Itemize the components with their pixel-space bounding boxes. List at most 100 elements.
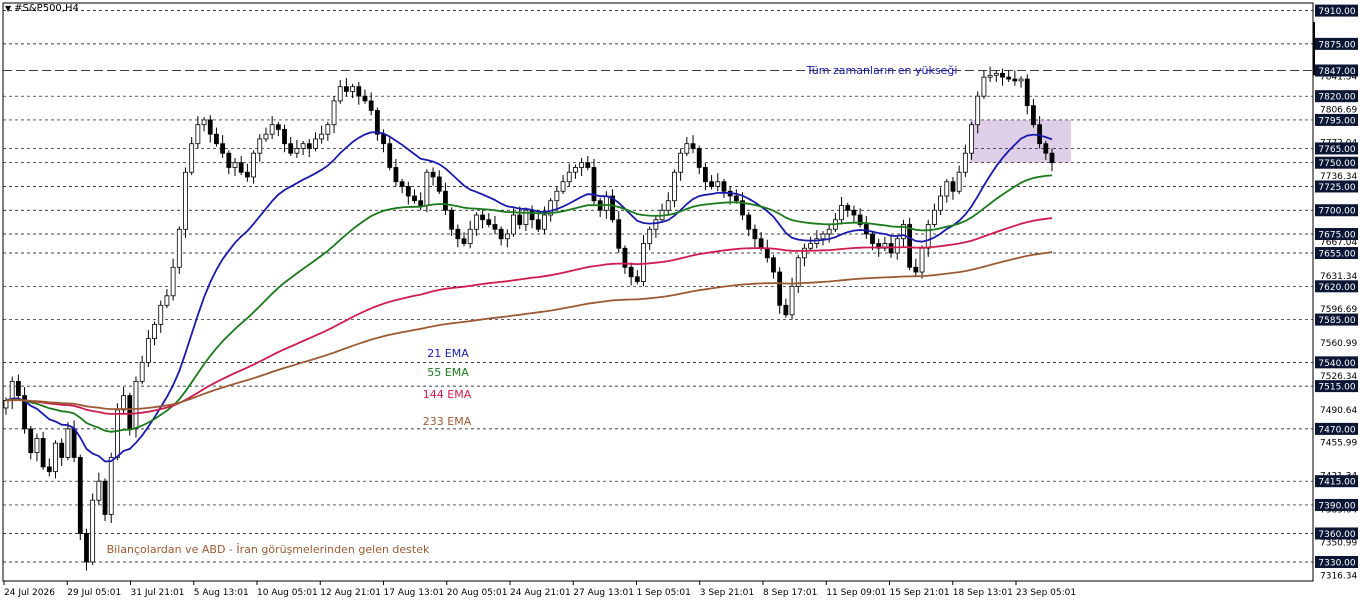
candle-body (59, 442, 65, 458)
legend-label: 21 EMA (427, 347, 469, 360)
candle-body (34, 438, 40, 454)
candle-body (430, 171, 436, 178)
candle-body (269, 124, 275, 135)
legend-label: 55 EMA (427, 366, 469, 379)
candle-body (306, 143, 312, 149)
candle-body (758, 238, 764, 249)
candle-body (863, 224, 869, 235)
candle-body (715, 181, 721, 187)
candle-body (702, 167, 708, 183)
candle-body (244, 171, 250, 178)
candle-body (492, 224, 498, 230)
candle-body (870, 233, 875, 244)
time-axis-label: 11 Sep 09:01 (826, 588, 886, 598)
candle-body (641, 243, 646, 282)
candle-body (164, 295, 170, 306)
candle-body (77, 457, 83, 534)
candle-body (331, 100, 337, 126)
level-price-label: 7360.00 (1318, 530, 1355, 540)
candle-body (783, 304, 789, 316)
candle-body (696, 148, 702, 168)
candle-body (145, 338, 151, 363)
dropdown-triangle-icon[interactable]: ▼ (5, 4, 11, 13)
level-price-label: 7910.00 (1318, 7, 1355, 17)
legend-label: 233 EMA (423, 415, 472, 428)
time-axis-label: 15 Sep 21:01 (890, 588, 950, 598)
candle-body (90, 499, 96, 563)
level-price-label: 7620.00 (1318, 283, 1355, 293)
candle-body (820, 233, 826, 240)
candle-body (709, 181, 714, 187)
candle-body (207, 119, 213, 135)
candle-body (238, 162, 244, 173)
time-axis-label: 20 Aug 05:01 (447, 588, 508, 598)
price-chart[interactable]: Tüm zamanların en yükseği Bilançolardan v… (0, 0, 1362, 603)
time-axis-label: 3 Sep 21:01 (700, 588, 754, 598)
level-price-label: 7875.00 (1318, 40, 1355, 50)
candle-body (987, 74, 993, 78)
candle-body (529, 209, 535, 221)
candle-body (319, 133, 325, 140)
candle-body (647, 228, 653, 244)
highlight-zone (970, 119, 1071, 163)
candle-body (826, 228, 832, 235)
level-price-label: 7540.00 (1318, 359, 1355, 369)
level-price-label: 7585.00 (1318, 316, 1355, 326)
time-axis-label: 10 Aug 05:01 (257, 588, 318, 598)
candle-body (127, 395, 133, 430)
candle-body (121, 395, 126, 411)
time-axis-label: 27 Aug 13:01 (573, 588, 634, 598)
candle-body (455, 228, 461, 240)
candle-body (975, 95, 981, 126)
candle-body (102, 480, 108, 515)
candle-body (412, 195, 417, 202)
candle-body (418, 200, 424, 206)
time-axis-label: 24 Jul 2026 (4, 588, 55, 598)
candle-body (616, 219, 622, 249)
candle-body (40, 438, 46, 468)
candle-body (1006, 76, 1012, 80)
level-price-label: 7795.00 (1318, 116, 1355, 126)
candle-body (480, 214, 485, 221)
candle-body (176, 228, 182, 268)
price-scale-label: 7806.69 (1320, 105, 1357, 115)
candle-body (1012, 78, 1018, 82)
candle-body (956, 171, 962, 192)
candle-body (845, 205, 851, 211)
candle-body (684, 143, 690, 154)
candle-body (733, 195, 739, 202)
candle-body (894, 238, 900, 254)
plot-frame (2, 2, 1314, 582)
candle-body (443, 190, 448, 211)
candle-body (393, 167, 399, 183)
candle-body (1049, 152, 1055, 164)
candle-body (183, 171, 188, 230)
candle-body (771, 257, 776, 273)
candle-body (325, 124, 331, 135)
candle-body (381, 133, 386, 145)
candle-body (368, 100, 374, 111)
candle-body (28, 428, 34, 454)
candle-body (851, 209, 857, 216)
candle-body (399, 181, 405, 187)
candle-body (678, 152, 684, 173)
candle-body (560, 181, 566, 192)
candle-body (498, 228, 504, 240)
candle-body (1043, 143, 1049, 154)
time-axis-label: 5 Aug 13:01 (194, 588, 249, 598)
price-scale-label: 7455.99 (1320, 439, 1357, 449)
symbol-title-text: #S&P500,H4 (14, 3, 79, 14)
candle-body (504, 233, 510, 240)
candle-body (777, 271, 783, 306)
candle-body (938, 195, 943, 211)
level-price-label: 7390.00 (1318, 501, 1355, 511)
candle-body (65, 428, 71, 458)
candle-body (251, 152, 256, 178)
candle-body (263, 133, 269, 140)
candle-body (752, 228, 758, 240)
level-price-label: 7655.00 (1318, 250, 1355, 260)
candle-body (672, 171, 677, 202)
candle-body (690, 143, 696, 149)
candle-body (461, 238, 467, 244)
candle-body (467, 228, 473, 244)
